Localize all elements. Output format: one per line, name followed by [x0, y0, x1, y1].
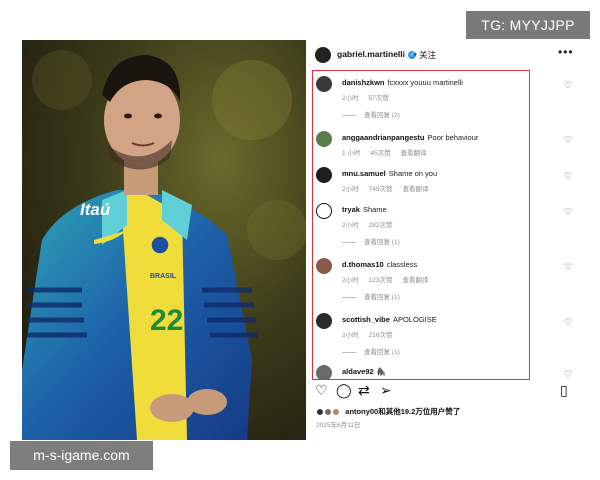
comment-icon[interactable]: ◯	[336, 382, 352, 399]
replies-divider	[342, 241, 356, 243]
comment-time: 2小时	[342, 332, 359, 339]
comment-time: 2小时	[342, 222, 359, 229]
author-username-text[interactable]: gabriel.martinelli	[337, 49, 405, 59]
heart-icon[interactable]: ♡	[564, 369, 572, 379]
comment-text: fcxxxx youuu martinelli	[387, 78, 463, 87]
comment-text: classless	[386, 260, 418, 269]
commenter-avatar[interactable]	[316, 203, 332, 219]
commenter-username[interactable]: anggaandrianpangestu	[342, 133, 425, 142]
jersey-number: 22	[150, 304, 183, 337]
heart-icon[interactable]: ♡	[315, 382, 328, 399]
commenter-username[interactable]: tryak	[342, 205, 360, 214]
comment-time: 2小时	[342, 277, 359, 284]
comment-text: Shame on you	[388, 169, 438, 178]
commenter-avatar[interactable]	[316, 365, 332, 379]
replies-divider	[342, 114, 356, 116]
replies-divider	[342, 351, 356, 353]
repost-icon[interactable]: ⇄	[358, 382, 370, 399]
view-replies-button[interactable]: 查看回复 (2)	[342, 109, 400, 119]
commenter-avatar[interactable]	[316, 131, 332, 147]
see-translation-link[interactable]: 查看翻译	[402, 186, 428, 193]
commenter-username[interactable]: d.thomas10	[342, 260, 384, 269]
commenter-avatar[interactable]	[316, 76, 332, 92]
comment-text: Poor behaviour	[427, 133, 479, 142]
player-photo-illustration: Itaú BRASIL 22	[22, 40, 306, 440]
share-icon[interactable]: ➢	[380, 382, 392, 399]
view-replies-button[interactable]: 查看回复 (1)	[342, 346, 400, 356]
follow-button[interactable]: 关注	[419, 49, 436, 61]
commenter-username[interactable]: scottish_vibe	[342, 315, 390, 324]
author-avatar[interactable]	[315, 47, 331, 63]
comment-time: 2小时	[342, 186, 359, 193]
liker-avatar	[332, 408, 341, 417]
comment-item: aldave92 🦍 ♡	[306, 365, 590, 379]
comment-text: APOLOGISE	[392, 315, 437, 324]
commenter-avatar[interactable]	[316, 313, 332, 329]
commenter-avatar[interactable]	[316, 258, 332, 274]
comment-likes[interactable]: 123次赞	[369, 277, 393, 284]
likes-summary[interactable]: antony00和其他19.2万位用户赞了	[316, 406, 460, 417]
commenter-avatar[interactable]	[316, 167, 332, 183]
likes-summary-text[interactable]: antony00和其他19.2万位用户赞了	[345, 407, 460, 416]
commenter-username[interactable]: aldave92	[342, 367, 374, 376]
view-replies-label[interactable]: 查看回复 (1)	[364, 239, 400, 246]
view-replies-button[interactable]: 查看回复 (1)	[342, 236, 400, 246]
replies-divider	[342, 296, 356, 298]
jersey-sponsor: Itaú	[80, 200, 111, 219]
view-replies-label[interactable]: 查看回复 (2)	[364, 112, 400, 119]
comment-likes[interactable]: 57次赞	[369, 95, 389, 102]
heart-icon[interactable]: ♡	[564, 171, 572, 182]
post-action-bar: ♡ ◯ ⇄ ➢ ▯	[306, 380, 590, 402]
author-username[interactable]: gabriel.martinelli ✓	[337, 49, 417, 59]
bookmark-icon[interactable]: ▯	[560, 382, 568, 399]
post-photo: Itaú BRASIL 22 ›	[22, 40, 306, 440]
top-watermark: TG: MYYJJPP	[466, 11, 590, 39]
heart-icon[interactable]: ♡	[564, 317, 572, 328]
commenter-username[interactable]: danishzkwn	[342, 78, 385, 87]
comment-time: 2小时	[342, 95, 359, 102]
see-translation-link[interactable]: 查看翻译	[402, 277, 428, 284]
view-replies-button[interactable]: 查看回复 (1)	[342, 291, 400, 301]
comment-likes[interactable]: 282次赞	[369, 222, 393, 229]
see-translation-link[interactable]: 查看翻译	[401, 150, 427, 157]
heart-icon[interactable]: ♡	[564, 262, 572, 273]
comment-likes[interactable]: 216次赞	[369, 332, 393, 339]
heart-icon[interactable]: ♡	[564, 207, 572, 218]
liker-avatar	[324, 408, 333, 417]
post-header: gabriel.martinelli ✓ • 关注 •••	[306, 40, 590, 70]
comment-likes[interactable]: 45次赞	[370, 150, 390, 157]
post-date: 2025年6月11日	[316, 422, 361, 429]
more-icon[interactable]: •••	[558, 45, 574, 59]
comment-text: 🦍	[376, 367, 387, 376]
comment-time: 1 小时	[342, 150, 361, 157]
bottom-watermark: m-s-igame.com	[10, 441, 153, 470]
commenter-username[interactable]: mnu.samuel	[342, 169, 386, 178]
heart-icon[interactable]: ♡	[564, 80, 572, 91]
comment-likes[interactable]: 749次赞	[369, 186, 393, 193]
view-replies-label[interactable]: 查看回复 (1)	[364, 294, 400, 301]
heart-icon[interactable]: ♡	[564, 135, 572, 146]
header-separator: •	[414, 49, 417, 59]
comment-text: Shame	[362, 205, 387, 214]
view-replies-label[interactable]: 查看回复 (1)	[364, 349, 400, 356]
jersey-text: BRASIL	[150, 273, 177, 280]
instagram-post-panel: gabriel.martinelli ✓ • 关注 ••• danishzkwn…	[306, 40, 590, 440]
liker-avatar	[316, 408, 324, 417]
